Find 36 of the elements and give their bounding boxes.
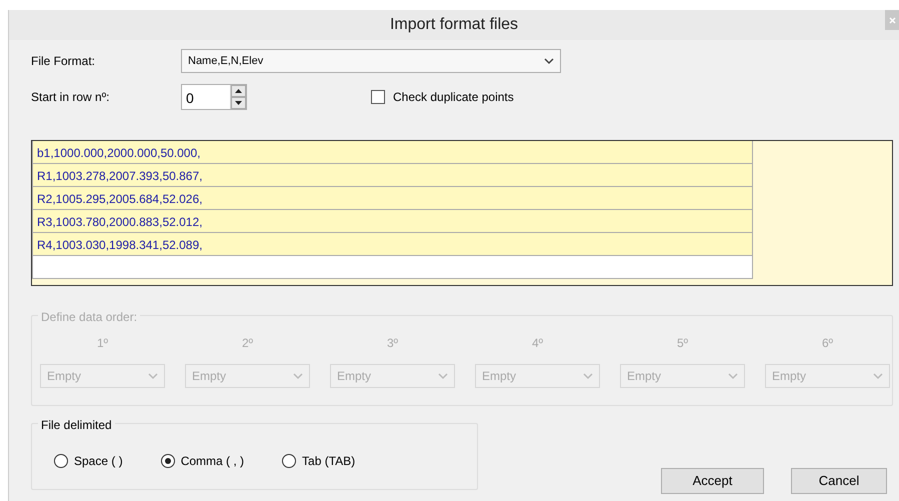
radio-button[interactable] [160,454,175,468]
caret-icon [583,372,593,380]
column-heading: 6º [822,335,834,352]
caret-icon [544,58,554,64]
cancel-button[interactable]: Cancel [791,468,887,494]
close-icon [888,17,896,24]
column-heading: 3º [386,335,398,352]
up-arrow-icon[interactable] [235,89,242,93]
field-label: File Format: [31,53,96,70]
field-label: Start in row nº: [31,89,110,106]
preview-row[interactable]: b1,1000.000,2000.000,50.000, [32,141,753,164]
preview-row[interactable]: R4,1003.030,1998.341,52.089, [32,233,753,256]
radio-button[interactable] [54,454,68,468]
column-heading: 1º [96,335,108,352]
down-arrow-icon[interactable] [235,101,242,105]
preview-row[interactable]: R2,1005.295,2005.684,52.026, [32,187,753,210]
radio-label: Tab (TAB) [302,453,356,470]
preview-row[interactable]: R1,1003.278,2007.393,50.867, [32,164,753,187]
window-title: Import format files [390,15,518,35]
column-heading: 2º [242,335,254,352]
caret-icon [438,372,448,380]
accept-button[interactable]: Accept [661,468,764,494]
caret-icon [293,372,303,380]
column-heading: 5º [676,335,688,352]
column-heading: 4º [532,335,544,352]
checkbox[interactable] [371,90,385,104]
row-spinner[interactable]: 0 [181,84,247,110]
caret-icon [873,372,883,380]
caret-icon [728,372,738,380]
preview-row[interactable]: R3,1003.780,2000.883,52.012, [32,210,753,233]
radio-label: Space ( ) [74,453,123,470]
radio-label: Comma ( , ) [180,453,244,470]
format-dropdown[interactable]: Name,E,N,Elev [181,49,561,73]
checkbox-label: Check duplicate points [393,89,514,106]
radio-button[interactable] [282,454,296,468]
caret-icon [148,372,158,380]
